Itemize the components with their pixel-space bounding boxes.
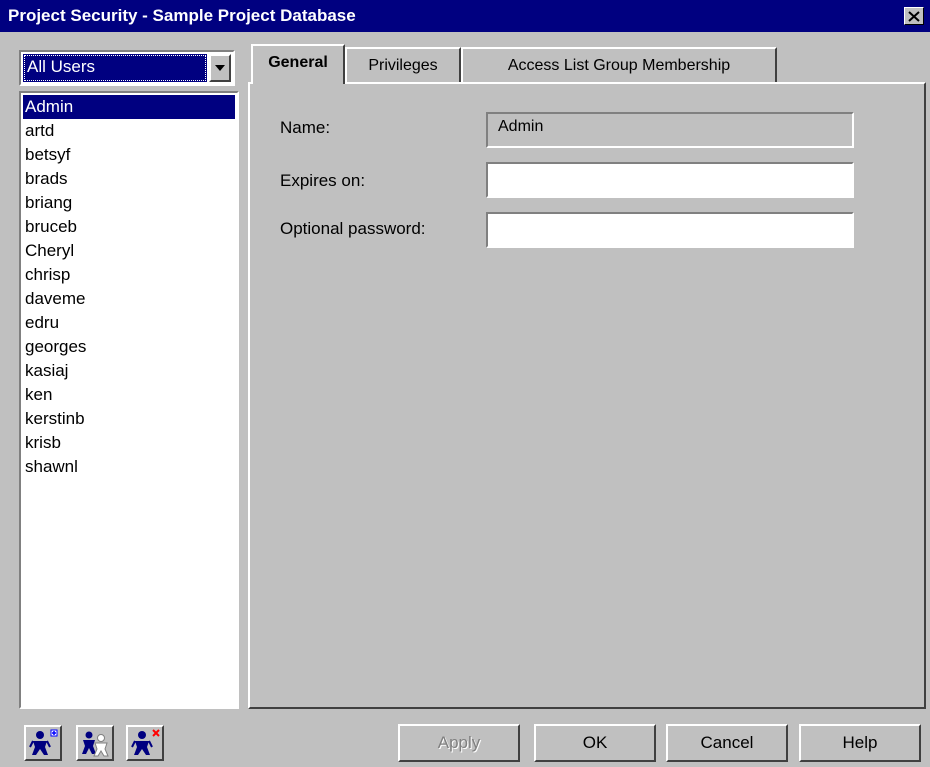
close-icon xyxy=(908,10,920,22)
user-list-item[interactable]: edru xyxy=(23,311,235,335)
tab-privileges[interactable]: Privileges xyxy=(345,47,461,83)
apply-button[interactable]: Apply xyxy=(398,724,520,762)
name-label: Name: xyxy=(280,118,331,137)
user-list-item[interactable]: artd xyxy=(23,119,235,143)
name-field: Admin xyxy=(486,112,854,148)
user-list-item[interactable]: shawnl xyxy=(23,455,235,479)
user-list-item[interactable]: betsyf xyxy=(23,143,235,167)
user-list-item[interactable]: kerstinb xyxy=(23,407,235,431)
user-list-item[interactable]: bruceb xyxy=(23,215,235,239)
delete-user-icon xyxy=(131,729,160,755)
title-bar[interactable]: Project Security - Sample Project Databa… xyxy=(0,0,930,32)
user-filter-dropdown[interactable]: All Users xyxy=(19,50,235,86)
delete-user-button[interactable] xyxy=(126,725,164,761)
user-list-item[interactable]: Admin xyxy=(23,95,235,119)
tab-general[interactable]: General xyxy=(251,44,345,84)
cancel-button[interactable]: Cancel xyxy=(666,724,788,762)
add-user-icon xyxy=(29,729,58,755)
optional-password-label: Optional password: xyxy=(280,219,426,238)
ok-button[interactable]: OK xyxy=(534,724,656,762)
copy-user-button[interactable] xyxy=(76,725,114,761)
general-tab-panel: Name: Admin Expires on: Optional passwor… xyxy=(248,82,926,709)
user-list-item[interactable]: kasiaj xyxy=(23,359,235,383)
expires-on-field[interactable] xyxy=(486,162,854,198)
copy-user-icon xyxy=(82,731,109,757)
user-list-item[interactable]: chrisp xyxy=(23,263,235,287)
optional-password-field[interactable] xyxy=(486,212,854,248)
project-security-window: Project Security - Sample Project Databa… xyxy=(0,0,930,767)
add-user-button[interactable] xyxy=(24,725,62,761)
expires-on-label: Expires on: xyxy=(280,171,366,190)
help-button[interactable]: Help xyxy=(799,724,921,762)
user-list-item[interactable]: ken xyxy=(23,383,235,407)
user-list-item[interactable]: briang xyxy=(23,191,235,215)
user-list-item[interactable]: Cheryl xyxy=(23,239,235,263)
user-list-item[interactable]: brads xyxy=(23,167,235,191)
tab-access-list-group-membership[interactable]: Access List Group Membership xyxy=(461,47,777,83)
user-list[interactable]: Admin artd betsyf brads briang bruceb Ch… xyxy=(19,91,239,709)
user-list-item[interactable]: krisb xyxy=(23,431,235,455)
chevron-down-icon xyxy=(215,65,225,71)
user-filter-value: All Users xyxy=(23,54,207,82)
close-button[interactable] xyxy=(904,7,924,25)
dropdown-button[interactable] xyxy=(209,54,231,82)
user-list-item[interactable]: georges xyxy=(23,335,235,359)
user-list-item[interactable]: daveme xyxy=(23,287,235,311)
window-title: Project Security - Sample Project Databa… xyxy=(8,6,356,25)
